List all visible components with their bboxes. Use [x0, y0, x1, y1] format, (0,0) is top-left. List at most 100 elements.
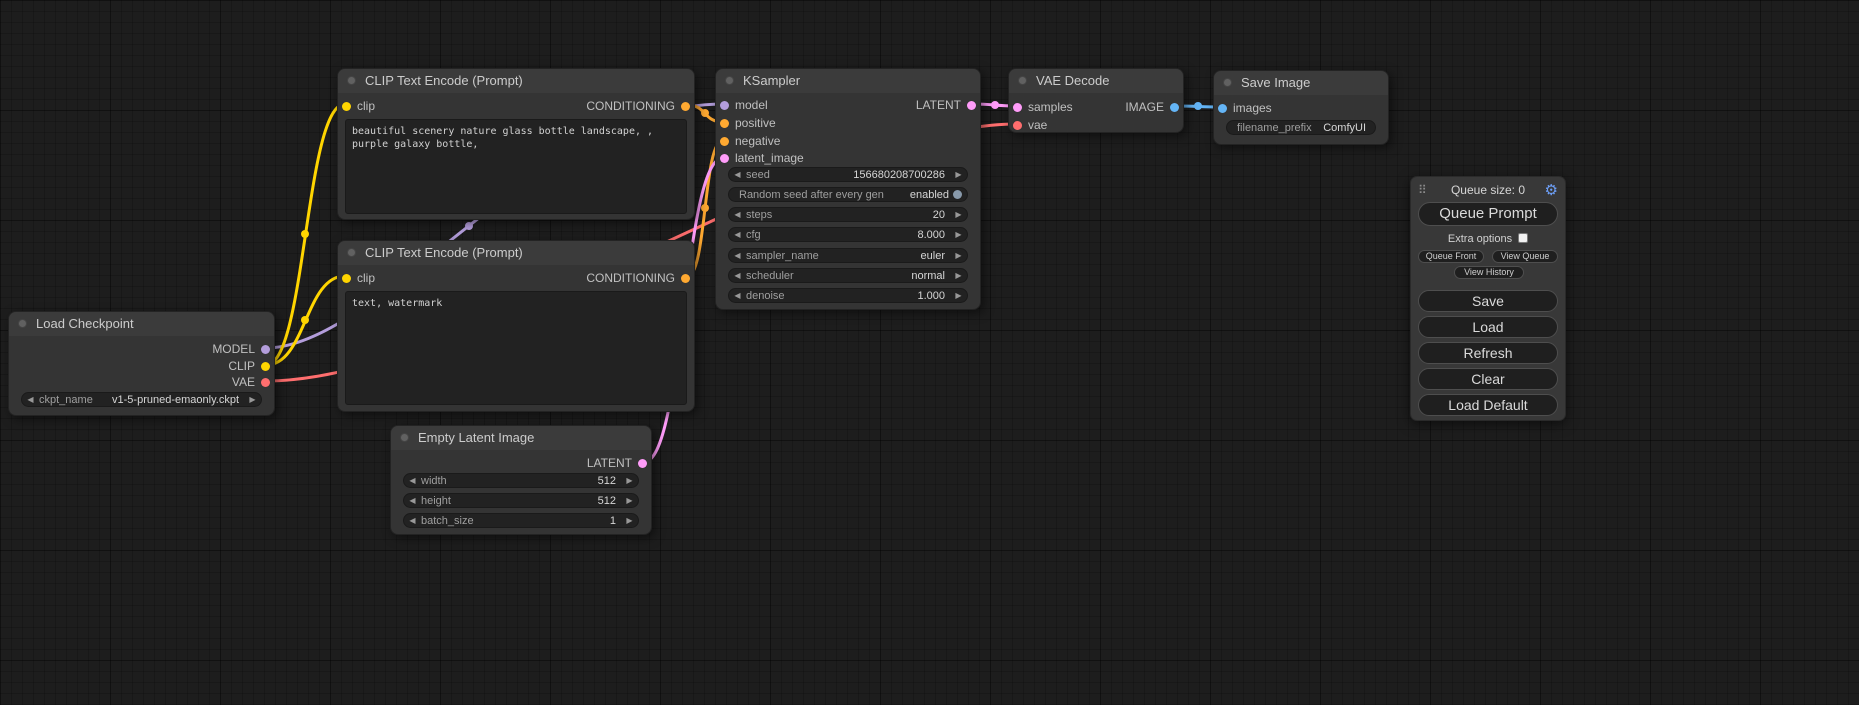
- collapse-dot[interactable]: [1223, 78, 1232, 87]
- node-vae-decode[interactable]: VAE Decode samples vae IMAGE: [1008, 68, 1184, 133]
- output-slot-clip[interactable]: CLIP: [9, 358, 274, 374]
- widget-width[interactable]: ◀ width 512 ▶: [403, 473, 639, 488]
- decrement-arrow-icon[interactable]: ◀: [404, 476, 421, 485]
- view-history-button[interactable]: View History: [1454, 266, 1524, 279]
- widget-sampler-name[interactable]: ◀ sampler_name euler ▶: [728, 248, 968, 263]
- input-slot-negative[interactable]: negative: [716, 133, 980, 149]
- node-load-checkpoint[interactable]: Load Checkpoint MODEL CLIP VAE ◀ ckpt_na…: [8, 311, 275, 416]
- latent-slot-dot[interactable]: [967, 101, 976, 110]
- queue-size-label: Queue size: 0: [1411, 183, 1565, 197]
- decrement-arrow-icon[interactable]: ◀: [729, 210, 746, 219]
- widget-cfg[interactable]: ◀ cfg 8.000 ▶: [728, 227, 968, 242]
- conditioning-slot-dot[interactable]: [720, 119, 729, 128]
- load-button[interactable]: Load: [1418, 316, 1558, 338]
- graph-canvas[interactable]: Load Checkpoint MODEL CLIP VAE ◀ ckpt_na…: [0, 0, 1859, 705]
- output-slot-image[interactable]: IMAGE: [1009, 99, 1183, 115]
- decrement-arrow-icon[interactable]: ◀: [729, 230, 746, 239]
- refresh-button[interactable]: Refresh: [1418, 342, 1558, 364]
- widget-batch-size[interactable]: ◀ batch_size 1 ▶: [403, 513, 639, 528]
- clear-button[interactable]: Clear: [1418, 368, 1558, 390]
- decrement-arrow-icon[interactable]: ◀: [404, 496, 421, 505]
- input-slot-images[interactable]: images: [1214, 100, 1388, 116]
- collapse-dot[interactable]: [725, 76, 734, 85]
- link-midpoint-dot: [701, 204, 709, 212]
- collapse-dot[interactable]: [347, 76, 356, 85]
- model-slot-dot[interactable]: [261, 345, 270, 354]
- input-slot-vae[interactable]: vae: [1009, 117, 1183, 133]
- widget-value: 20: [772, 209, 950, 221]
- latent-slot-dot[interactable]: [720, 154, 729, 163]
- decrement-arrow-icon[interactable]: ◀: [729, 291, 746, 300]
- widget-steps[interactable]: ◀ steps 20 ▶: [728, 207, 968, 222]
- widget-label: scheduler: [746, 270, 794, 282]
- conditioning-slot-dot[interactable]: [681, 102, 690, 111]
- slot-label: LATENT: [916, 97, 961, 113]
- vae-slot-dot[interactable]: [1013, 121, 1022, 130]
- increment-arrow-icon[interactable]: ▶: [950, 230, 967, 239]
- image-slot-dot[interactable]: [1170, 103, 1179, 112]
- increment-arrow-icon[interactable]: ▶: [950, 251, 967, 260]
- decrement-arrow-icon[interactable]: ◀: [729, 251, 746, 260]
- prompt-textarea[interactable]: beautiful scenery nature glass bottle la…: [345, 119, 687, 214]
- output-slot-vae[interactable]: VAE: [9, 374, 274, 390]
- output-slot-conditioning[interactable]: CONDITIONING: [338, 270, 694, 286]
- load-default-button[interactable]: Load Default: [1418, 394, 1558, 416]
- node-title-label: Empty Latent Image: [418, 430, 534, 445]
- prompt-textarea[interactable]: text, watermark: [345, 291, 687, 405]
- increment-arrow-icon[interactable]: ▶: [950, 291, 967, 300]
- increment-arrow-icon[interactable]: ▶: [950, 210, 967, 219]
- widget-ckpt-name[interactable]: ◀ ckpt_name v1-5-pruned-emaonly.ckpt ▶: [21, 392, 262, 407]
- output-slot-latent[interactable]: LATENT: [716, 97, 980, 113]
- increment-arrow-icon[interactable]: ▶: [244, 395, 261, 404]
- clip-slot-dot[interactable]: [261, 362, 270, 371]
- collapse-dot[interactable]: [347, 248, 356, 257]
- link-midpoint-dot: [301, 230, 309, 238]
- save-button[interactable]: Save: [1418, 290, 1558, 312]
- decrement-arrow-icon[interactable]: ◀: [729, 271, 746, 280]
- widget-filename-prefix[interactable]: filename_prefix ComfyUI: [1226, 120, 1376, 135]
- output-slot-conditioning[interactable]: CONDITIONING: [338, 98, 694, 114]
- vae-slot-dot[interactable]: [261, 378, 270, 387]
- decrement-arrow-icon[interactable]: ◀: [22, 395, 39, 404]
- link-midpoint-dot: [465, 222, 473, 230]
- node-save-image[interactable]: Save Image images filename_prefix ComfyU…: [1213, 70, 1389, 145]
- decrement-arrow-icon[interactable]: ◀: [404, 516, 421, 525]
- image-slot-dot[interactable]: [1218, 104, 1227, 113]
- increment-arrow-icon[interactable]: ▶: [621, 476, 638, 485]
- widget-denoise[interactable]: ◀ denoise 1.000 ▶: [728, 288, 968, 303]
- node-clip-text-encode-negative[interactable]: CLIP Text Encode (Prompt) clip CONDITION…: [337, 240, 695, 412]
- input-slot-positive[interactable]: positive: [716, 115, 980, 131]
- output-slot-latent[interactable]: LATENT: [391, 455, 651, 471]
- node-clip-text-encode-positive[interactable]: CLIP Text Encode (Prompt) clip CONDITION…: [337, 68, 695, 220]
- conditioning-slot-dot[interactable]: [720, 137, 729, 146]
- increment-arrow-icon[interactable]: ▶: [950, 170, 967, 179]
- collapse-dot[interactable]: [18, 319, 27, 328]
- widget-scheduler[interactable]: ◀ scheduler normal ▶: [728, 268, 968, 283]
- widget-label: steps: [746, 209, 772, 221]
- increment-arrow-icon[interactable]: ▶: [950, 271, 967, 280]
- latent-slot-dot[interactable]: [638, 459, 647, 468]
- node-ksampler[interactable]: KSampler model positive negative latent_…: [715, 68, 981, 310]
- decrement-arrow-icon[interactable]: ◀: [729, 170, 746, 179]
- node-title-label: CLIP Text Encode (Prompt): [365, 73, 523, 88]
- collapse-dot[interactable]: [400, 433, 409, 442]
- view-queue-button[interactable]: View Queue: [1492, 250, 1558, 263]
- conditioning-slot-dot[interactable]: [681, 274, 690, 283]
- collapse-dot[interactable]: [1018, 76, 1027, 85]
- output-slot-model[interactable]: MODEL: [9, 341, 274, 357]
- widget-value: 156680208700286: [770, 169, 950, 181]
- widget-height[interactable]: ◀ height 512 ▶: [403, 493, 639, 508]
- gear-icon[interactable]: ⚙: [1545, 181, 1558, 199]
- input-slot-latent-image[interactable]: latent_image: [716, 150, 980, 166]
- widget-random-seed-toggle[interactable]: Random seed after every gen enabled: [728, 187, 968, 202]
- increment-arrow-icon[interactable]: ▶: [621, 496, 638, 505]
- extra-options-checkbox[interactable]: [1518, 233, 1528, 243]
- node-empty-latent-image[interactable]: Empty Latent Image LATENT ◀ width 512 ▶ …: [390, 425, 652, 535]
- increment-arrow-icon[interactable]: ▶: [621, 516, 638, 525]
- toggle-on-dot[interactable]: [953, 190, 962, 199]
- queue-prompt-button[interactable]: Queue Prompt: [1418, 202, 1558, 226]
- widget-label: ckpt_name: [39, 394, 93, 406]
- widget-seed[interactable]: ◀ seed 156680208700286 ▶: [728, 167, 968, 182]
- queue-front-button[interactable]: Queue Front: [1418, 250, 1484, 263]
- slot-label: negative: [735, 133, 780, 149]
